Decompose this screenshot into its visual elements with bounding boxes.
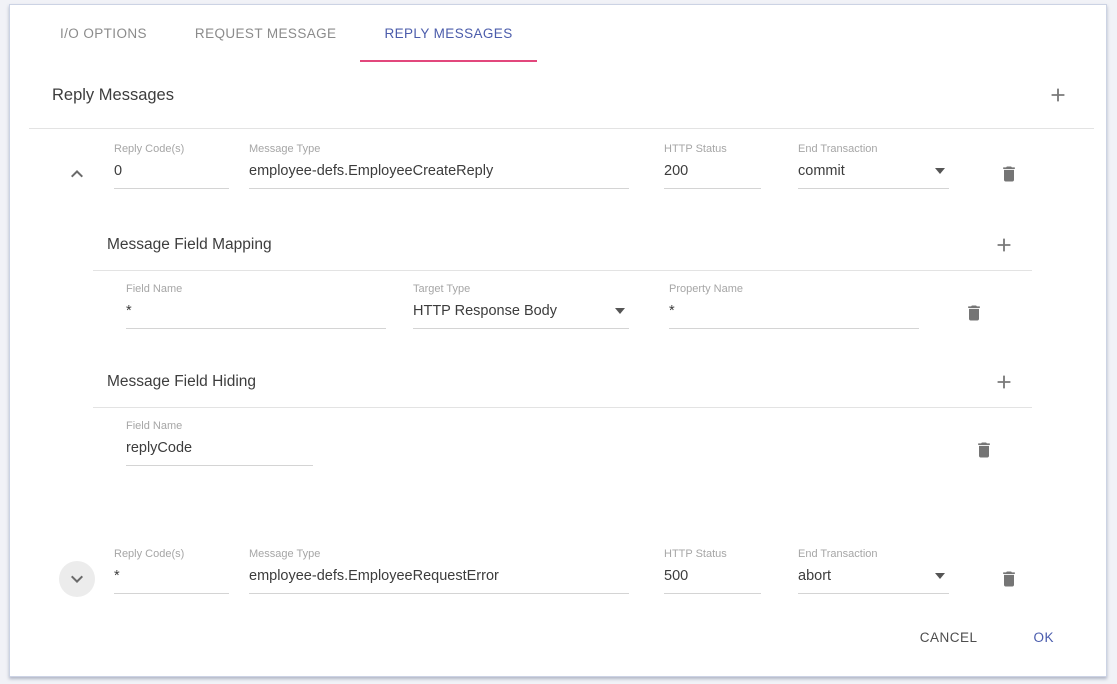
dropdown-arrow-icon (615, 308, 625, 314)
property-name-label: Property Name (669, 283, 919, 296)
page-header: Reply Messages (10, 62, 1106, 128)
reply-codes-field-1: Reply Code(s) (114, 143, 229, 189)
reply-row-2: Reply Code(s) Message Type HTTP Status E… (10, 534, 1106, 603)
add-mapping-button[interactable] (986, 227, 1022, 263)
delete-mapping-button[interactable] (956, 295, 992, 331)
cancel-button[interactable]: CANCEL (904, 622, 994, 653)
trash-icon (999, 569, 1019, 589)
mapping-field-name-input[interactable] (126, 300, 386, 329)
reply-codes-input[interactable] (114, 565, 229, 594)
message-type-input[interactable] (249, 565, 629, 594)
mapping-field-name-field: Field Name (126, 283, 386, 329)
end-transaction-label: End Transaction (798, 143, 949, 156)
http-status-field-2: HTTP Status (664, 548, 761, 594)
dropdown-arrow-icon (935, 168, 945, 174)
reply-codes-label: Reply Code(s) (114, 548, 229, 561)
expand-reply-button[interactable] (59, 561, 95, 597)
end-transaction-value: commit (798, 163, 845, 179)
http-status-field-1: HTTP Status (664, 143, 761, 189)
message-type-label: Message Type (249, 548, 629, 561)
plus-icon (993, 234, 1015, 256)
end-transaction-select[interactable]: abort (798, 565, 949, 594)
message-type-field-2: Message Type (249, 548, 629, 594)
dropdown-arrow-icon (935, 573, 945, 579)
trash-icon (974, 440, 994, 460)
page-title: Reply Messages (52, 86, 174, 105)
tab-bar: I/O OPTIONS REQUEST MESSAGE REPLY MESSAG… (10, 5, 1106, 62)
reply-message-item-2: Reply Code(s) Message Type HTTP Status E… (10, 534, 1106, 603)
target-type-field: Target Type HTTP Response Body (413, 283, 629, 329)
hiding-section-title: Message Field Hiding (107, 373, 256, 391)
chevron-down-icon (65, 567, 89, 591)
end-transaction-label: End Transaction (798, 548, 949, 561)
tab-reply-messages-label: REPLY MESSAGES (384, 26, 512, 41)
hiding-section-header: Message Field Hiding (10, 357, 1106, 407)
target-type-select[interactable]: HTTP Response Body (413, 300, 629, 329)
tab-reply-messages[interactable]: REPLY MESSAGES (360, 5, 536, 62)
collapse-reply-button[interactable] (59, 156, 95, 192)
http-status-label: HTTP Status (664, 548, 761, 561)
reply-row-1: Reply Code(s) Message Type HTTP Status E… (10, 129, 1106, 198)
chevron-up-icon (65, 162, 89, 186)
delete-reply-button-1[interactable] (991, 156, 1027, 192)
target-type-value: HTTP Response Body (413, 303, 557, 319)
hiding-field-name-input[interactable] (126, 437, 313, 466)
end-transaction-select[interactable]: commit (798, 160, 949, 189)
delete-reply-button-2[interactable] (991, 561, 1027, 597)
http-status-input[interactable] (664, 565, 761, 594)
reply-codes-input[interactable] (114, 160, 229, 189)
end-transaction-value: abort (798, 568, 831, 584)
mapping-section-header: Message Field Mapping (10, 220, 1106, 270)
ok-button[interactable]: OK (1017, 622, 1070, 653)
hiding-field-name-field: Field Name (126, 420, 313, 466)
dialog-footer: CANCEL OK (10, 615, 1106, 659)
add-hiding-button[interactable] (986, 364, 1022, 400)
plus-icon (1047, 84, 1069, 106)
active-tab-ink-bar (360, 60, 536, 62)
property-name-field: Property Name (669, 283, 919, 329)
delete-hiding-button[interactable] (966, 432, 1002, 468)
tab-request-message[interactable]: REQUEST MESSAGE (171, 5, 361, 62)
reply-message-item-1: Reply Code(s) Message Type HTTP Status E… (10, 129, 1106, 472)
reply-codes-label: Reply Code(s) (114, 143, 229, 156)
message-type-field-1: Message Type (249, 143, 629, 189)
reply-codes-field-2: Reply Code(s) (114, 548, 229, 594)
add-reply-message-button[interactable] (1040, 77, 1076, 113)
trash-icon (964, 303, 984, 323)
message-type-label: Message Type (249, 143, 629, 156)
property-name-input[interactable] (669, 300, 919, 329)
plus-icon (993, 371, 1015, 393)
field-name-label: Field Name (126, 420, 313, 433)
end-transaction-field-2: End Transaction abort (798, 548, 949, 594)
http-status-label: HTTP Status (664, 143, 761, 156)
end-transaction-field-1: End Transaction commit (798, 143, 949, 189)
reply-messages-dialog: I/O OPTIONS REQUEST MESSAGE REPLY MESSAG… (9, 4, 1107, 677)
tab-io-options[interactable]: I/O OPTIONS (36, 5, 171, 62)
message-type-input[interactable] (249, 160, 629, 189)
http-status-input[interactable] (664, 160, 761, 189)
field-name-label: Field Name (126, 283, 386, 296)
target-type-label: Target Type (413, 283, 629, 296)
mapping-row: Field Name Target Type HTTP Response Bod… (10, 271, 1106, 335)
mapping-section-title: Message Field Mapping (107, 236, 272, 254)
hiding-row: Field Name (10, 408, 1106, 472)
trash-icon (999, 164, 1019, 184)
